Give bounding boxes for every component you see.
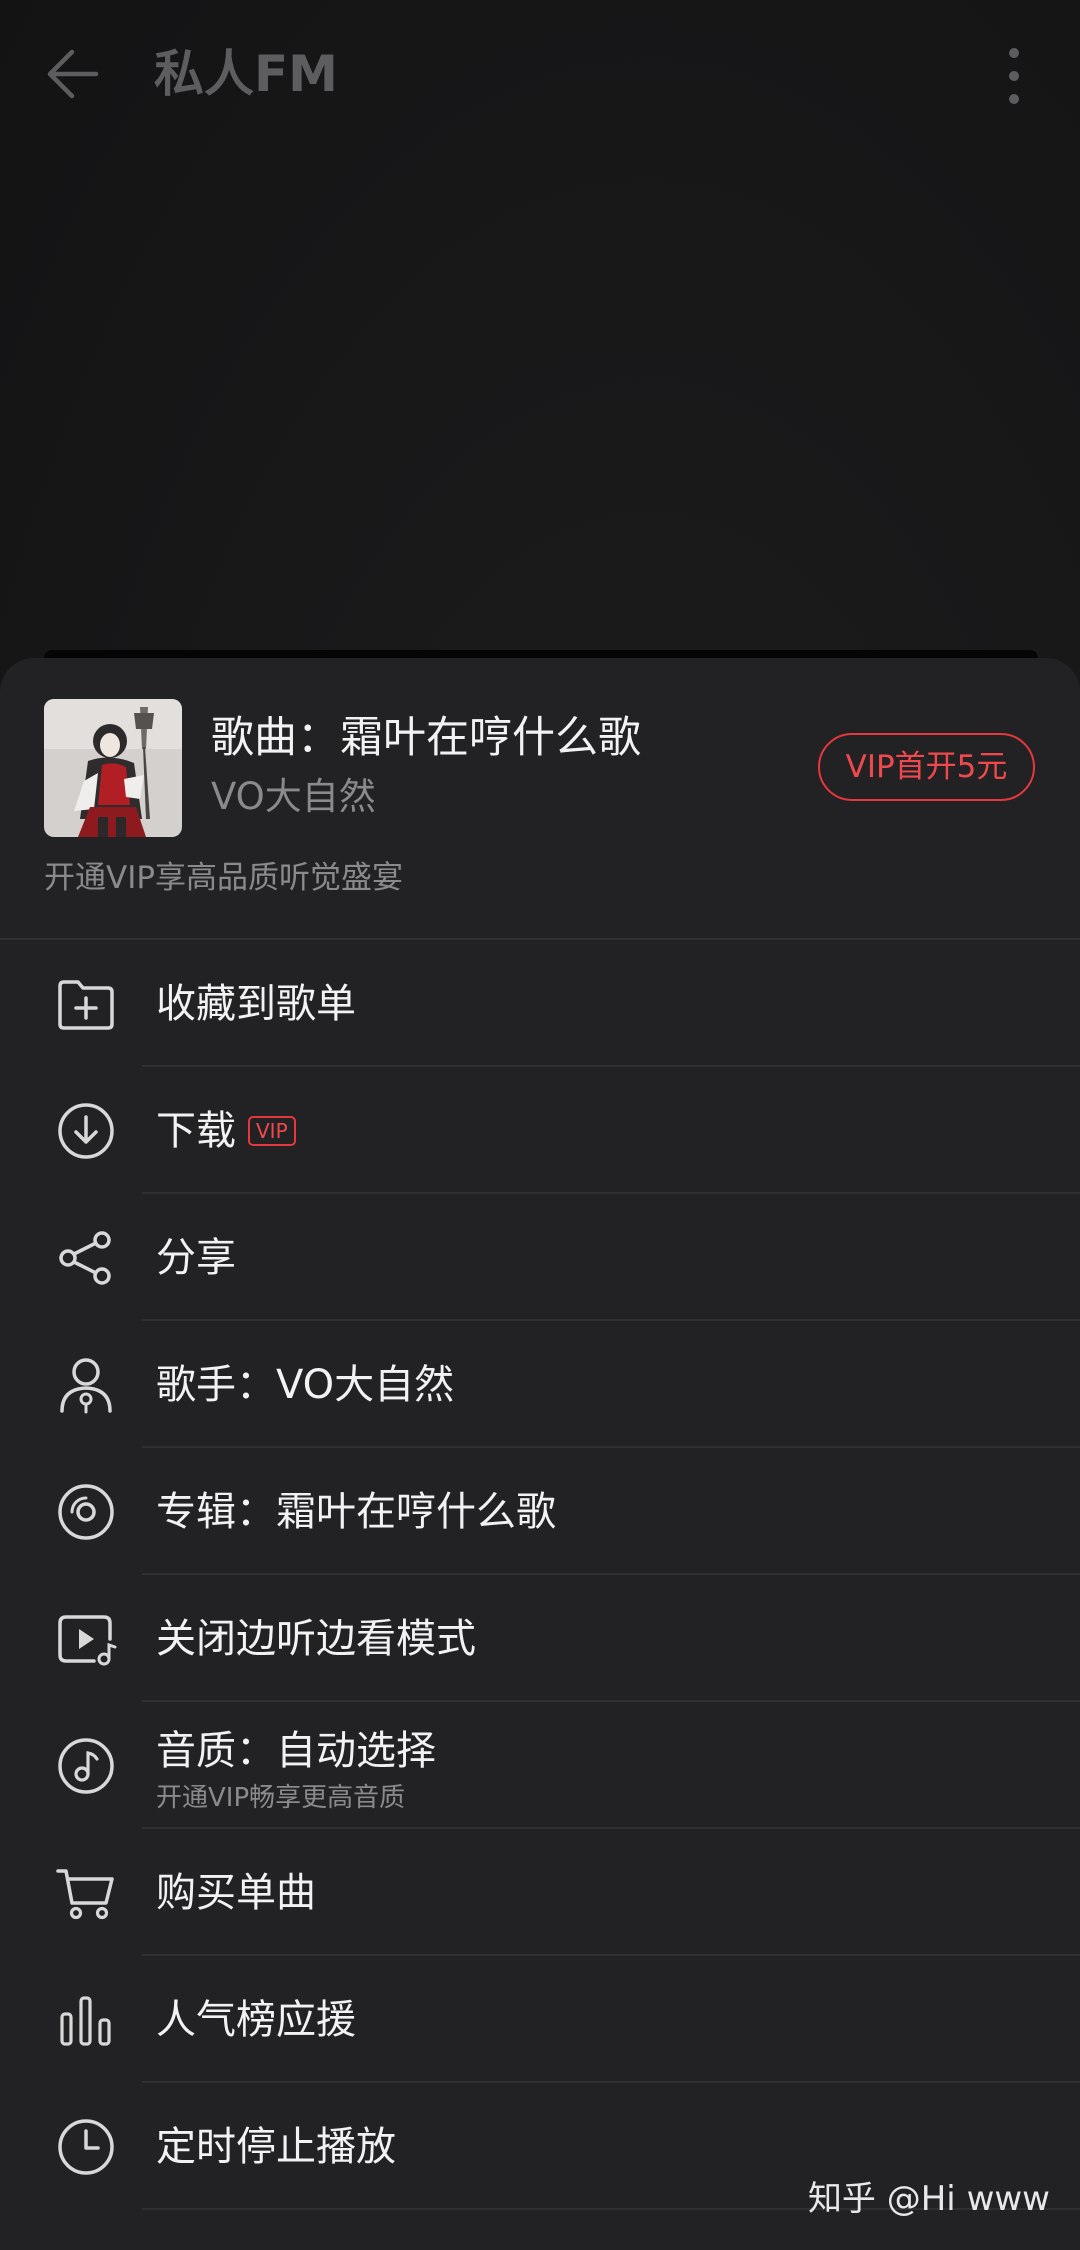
menu-item-label: 音质：自动选择 [156, 1728, 436, 1774]
menu-item-video-mode[interactable]: 关闭边听边看模式 [0, 1575, 1080, 1702]
vip-open-button[interactable]: VIP首开5元 [818, 733, 1035, 801]
menu-item-share[interactable]: 分享 [0, 1194, 1080, 1321]
more-vertical-icon [1009, 48, 1019, 104]
menu-item-sublabel: 开通VIP畅享更高音质 [156, 1783, 406, 1813]
menu-item-label: 收藏到歌单 [156, 981, 356, 1027]
options-menu: 收藏到歌单 下载 VIP 分享 歌手：VO大自然 专辑：霜叶在哼什么歌 关闭边听… [0, 940, 1080, 2210]
share-icon [59, 1231, 111, 1285]
menu-item-album[interactable]: 专辑：霜叶在哼什么歌 [0, 1448, 1080, 1575]
menu-item-sound-quality[interactable]: 音质：自动选择 开通VIP畅享更高音质 [0, 1702, 1080, 1829]
download-icon [58, 1103, 114, 1159]
vip-promo-text[interactable]: 开通VIP享高品质听觉盛宴 [44, 856, 403, 900]
top-bar: 私人FM [0, 0, 1080, 150]
cart-icon [56, 1869, 114, 1920]
menu-item-label: 歌手：VO大自然 [156, 1362, 455, 1408]
clock-icon [58, 2119, 114, 2175]
menu-item-label: 分享 [156, 1235, 236, 1281]
video-music-icon [58, 1615, 117, 1666]
album-icon [58, 1484, 114, 1540]
watermark: 知乎 @Hi www [807, 2179, 1050, 2219]
screen: 私人FM 歌曲：霜叶在哼什么歌 VO大自然 VIP首开5元 开通VIP享高品质听… [0, 0, 1080, 2250]
arrow-left-icon [47, 49, 99, 99]
song-options-sheet: 歌曲：霜叶在哼什么歌 VO大自然 VIP首开5元 开通VIP享高品质听觉盛宴 收… [0, 658, 1080, 2250]
add-to-playlist-icon [58, 980, 114, 1030]
menu-item-singer[interactable]: 歌手：VO大自然 [0, 1321, 1080, 1448]
menu-item-label: 下载 [156, 1108, 236, 1154]
menu-item-label: 定时停止播放 [156, 2124, 396, 2170]
back-button[interactable] [38, 38, 114, 110]
more-button[interactable] [992, 38, 1036, 114]
song-artist[interactable]: VO大自然 [211, 770, 376, 824]
menu-item-label: 关闭边听边看模式 [156, 1616, 476, 1662]
sound-quality-icon [58, 1738, 114, 1794]
song-cover-image [44, 699, 182, 837]
menu-item-popularity-chart[interactable]: 人气榜应援 [0, 1956, 1080, 2083]
menu-item-label: 人气榜应援 [156, 1997, 356, 2043]
menu-item-download[interactable]: 下载 VIP [0, 1067, 1080, 1194]
menu-item-buy-single[interactable]: 购买单曲 [0, 1829, 1080, 1956]
singer-icon [60, 1358, 112, 1414]
song-title: 歌曲：霜叶在哼什么歌 [211, 713, 641, 763]
menu-item-label: 购买单曲 [156, 1870, 316, 1916]
menu-item-add-to-playlist[interactable]: 收藏到歌单 [0, 940, 1080, 1067]
page-title: 私人FM [154, 45, 338, 103]
menu-item-label: 专辑：霜叶在哼什么歌 [156, 1489, 556, 1535]
chart-bars-icon [60, 1996, 111, 2046]
vip-badge: VIP [248, 1116, 296, 1146]
